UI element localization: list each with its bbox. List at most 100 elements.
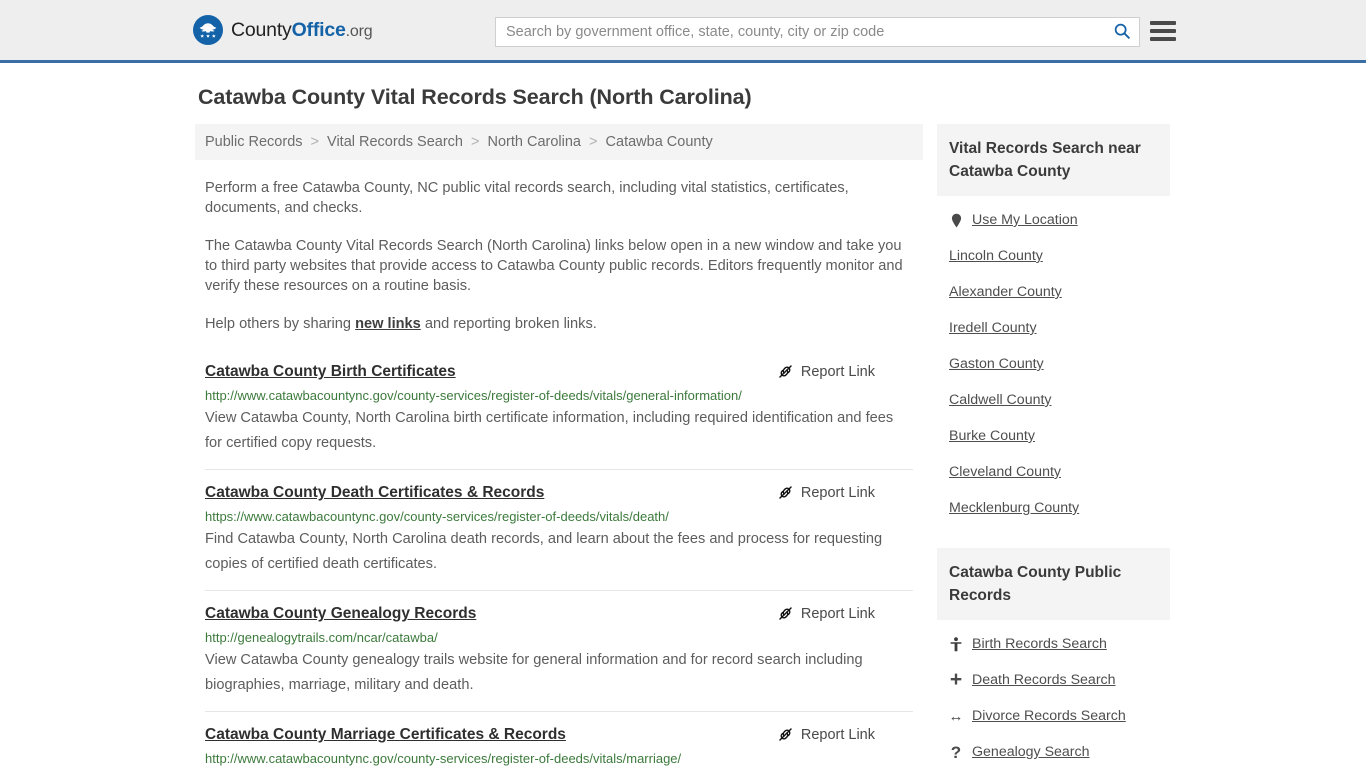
sidebar-link-label[interactable]: Use My Location — [972, 212, 1078, 228]
logo-text-county: County — [231, 18, 292, 41]
result-title-link[interactable]: Catawba County Death Certificates & Reco… — [205, 483, 544, 503]
site-logo[interactable]: CountyOffice.org — [193, 15, 373, 45]
sidebar-nearby-list: Use My Location Lincoln County Alexander… — [937, 196, 1170, 526]
result-url-link[interactable]: http://www.catawbacountync.gov/county-se… — [205, 388, 913, 404]
report-link-label: Report Link — [800, 726, 875, 743]
report-link-button[interactable]: Report Link — [777, 605, 875, 622]
result-header: Catawba County Genealogy Records Report … — [205, 604, 913, 624]
result-url-link[interactable]: https://www.catawbacountync.gov/county-s… — [205, 509, 913, 525]
intro-section: Perform a free Catawba County, NC public… — [195, 178, 923, 334]
baby-icon — [949, 636, 963, 652]
site-logo-text: CountyOffice.org — [231, 18, 373, 42]
breadcrumb-item-north-carolina[interactable]: North Carolina — [488, 134, 582, 150]
breadcrumb-item-catawba-county[interactable]: Catawba County — [606, 134, 713, 150]
result-description: View Catawba County genealogy trails web… — [205, 652, 863, 693]
intro-paragraph-1: Perform a free Catawba County, NC public… — [205, 180, 849, 216]
broken-link-icon — [777, 605, 794, 622]
intro-paragraph-3: Help others by sharing new links and rep… — [205, 314, 913, 334]
report-link-label: Report Link — [800, 605, 875, 622]
eagle-shield-logo-icon — [193, 15, 223, 45]
menu-bar-3 — [1150, 37, 1176, 41]
breadcrumb: Public Records > Vital Records Search > … — [195, 124, 923, 160]
hamburger-menu-icon[interactable] — [1150, 19, 1176, 43]
search-icon — [1113, 22, 1131, 43]
sidebar-link-label[interactable]: Alexander County — [949, 284, 1062, 300]
sidebar-nearby-heading: Vital Records Search near Catawba County — [937, 124, 1170, 196]
menu-bar-2 — [1150, 29, 1176, 33]
sidebar-public-records-list: Birth Records Search + Death Records Sea… — [937, 620, 1170, 768]
sidebar-item-genealogy-search[interactable]: ? Genealogy Search — [937, 734, 1170, 768]
report-link-button[interactable]: Report Link — [777, 726, 875, 743]
main-column: Public Records > Vital Records Search > … — [195, 124, 923, 768]
result-header: Catawba County Marriage Certificates & R… — [205, 725, 913, 745]
results-list: Catawba County Birth Certificates Report… — [195, 356, 923, 768]
result-description: Find Catawba County, North Carolina deat… — [205, 531, 883, 572]
report-link-label: Report Link — [800, 484, 875, 501]
sidebar-item-death-records-search[interactable]: + Death Records Search — [937, 662, 1170, 698]
sidebar-link-label[interactable]: Iredell County — [949, 320, 1037, 336]
result-item: Catawba County Marriage Certificates & R… — [205, 712, 913, 768]
sidebar-link-label[interactable]: Burke County — [949, 428, 1035, 444]
result-title-link[interactable]: Catawba County Genealogy Records — [205, 604, 476, 624]
sidebar-item-birth-records-search[interactable]: Birth Records Search — [937, 626, 1170, 662]
page-body: Catawba County Vital Records Search (Nor… — [0, 63, 1366, 768]
site-header: CountyOffice.org — [0, 0, 1366, 63]
sidebar-item-iredell-county[interactable]: Iredell County — [937, 310, 1170, 346]
sidebar-public-records-heading: Catawba County Public Records — [937, 548, 1170, 620]
broken-link-icon — [777, 726, 794, 743]
logo-text-office: Office — [291, 18, 346, 41]
sidebar-link-label[interactable]: Caldwell County — [949, 392, 1052, 408]
breadcrumb-separator: > — [310, 134, 320, 150]
sidebar-nearby-box: Vital Records Search near Catawba County… — [937, 124, 1170, 526]
sidebar-link-label[interactable]: Death Records Search — [972, 672, 1116, 688]
breadcrumb-item-public-records[interactable]: Public Records — [205, 134, 303, 150]
search-bar — [495, 17, 1140, 47]
share-suffix-text: and reporting broken links. — [420, 316, 597, 332]
sidebar-link-label[interactable]: Cleveland County — [949, 464, 1061, 480]
sidebar-item-caldwell-county[interactable]: Caldwell County — [937, 382, 1170, 418]
menu-bar-1 — [1150, 21, 1176, 25]
logo-text-org: .org — [345, 22, 373, 40]
sidebar-link-label[interactable]: Divorce Records Search — [972, 708, 1126, 724]
result-description: View Catawba County, North Carolina birt… — [205, 410, 894, 451]
map-pin-icon — [949, 213, 963, 228]
breadcrumb-separator: > — [471, 134, 480, 150]
new-links-link[interactable]: new links — [355, 316, 421, 332]
search-input[interactable] — [496, 18, 1105, 46]
result-title-link[interactable]: Catawba County Birth Certificates — [205, 362, 456, 382]
result-url-link[interactable]: http://genealogytrails.com/ncar/catawba/ — [205, 630, 913, 646]
sidebar-item-alexander-county[interactable]: Alexander County — [937, 274, 1170, 310]
report-link-label: Report Link — [800, 363, 875, 380]
result-title-link[interactable]: Catawba County Marriage Certificates & R… — [205, 725, 566, 745]
result-item: Catawba County Birth Certificates Report… — [205, 356, 913, 470]
sidebar-link-label[interactable]: Mecklenburg County — [949, 500, 1079, 516]
sidebar-public-records-box: Catawba County Public Records Birth Reco… — [937, 548, 1170, 768]
broken-link-icon — [777, 484, 794, 501]
sidebar-link-label[interactable]: Lincoln County — [949, 248, 1043, 264]
sidebar-item-mecklenburg-county[interactable]: Mecklenburg County — [937, 490, 1170, 526]
sidebar-item-divorce-records-search[interactable]: ↔ Divorce Records Search — [937, 698, 1170, 734]
sidebar-item-lincoln-county[interactable]: Lincoln County — [937, 238, 1170, 274]
result-header: Catawba County Death Certificates & Reco… — [205, 483, 913, 503]
share-prefix-text: Help others by sharing — [205, 316, 356, 332]
sidebar-item-use-my-location[interactable]: Use My Location — [937, 202, 1170, 238]
content-columns: Public Records > Vital Records Search > … — [195, 124, 1366, 768]
breadcrumb-item-vital-records-search[interactable]: Vital Records Search — [327, 134, 463, 150]
sidebar-item-cleveland-county[interactable]: Cleveland County — [937, 454, 1170, 490]
result-url-link[interactable]: http://www.catawbacountync.gov/county-se… — [205, 751, 913, 767]
sidebar-item-gaston-county[interactable]: Gaston County — [937, 346, 1170, 382]
search-button[interactable] — [1105, 18, 1139, 46]
sidebar-link-label[interactable]: Birth Records Search — [972, 636, 1107, 652]
report-link-button[interactable]: Report Link — [777, 484, 875, 501]
report-link-button[interactable]: Report Link — [777, 363, 875, 380]
double-arrow-icon: ↔ — [948, 707, 964, 725]
intro-paragraph-2: The Catawba County Vital Records Search … — [205, 238, 903, 294]
breadcrumb-separator: > — [589, 134, 598, 150]
result-item: Catawba County Genealogy Records Report … — [205, 591, 913, 712]
sidebar-link-label[interactable]: Gaston County — [949, 356, 1044, 372]
result-header: Catawba County Birth Certificates Report… — [205, 362, 913, 382]
question-mark-icon: ? — [950, 742, 962, 762]
sidebar-link-label[interactable]: Genealogy Search — [972, 744, 1090, 760]
sidebar: Vital Records Search near Catawba County… — [937, 124, 1170, 768]
sidebar-item-burke-county[interactable]: Burke County — [937, 418, 1170, 454]
